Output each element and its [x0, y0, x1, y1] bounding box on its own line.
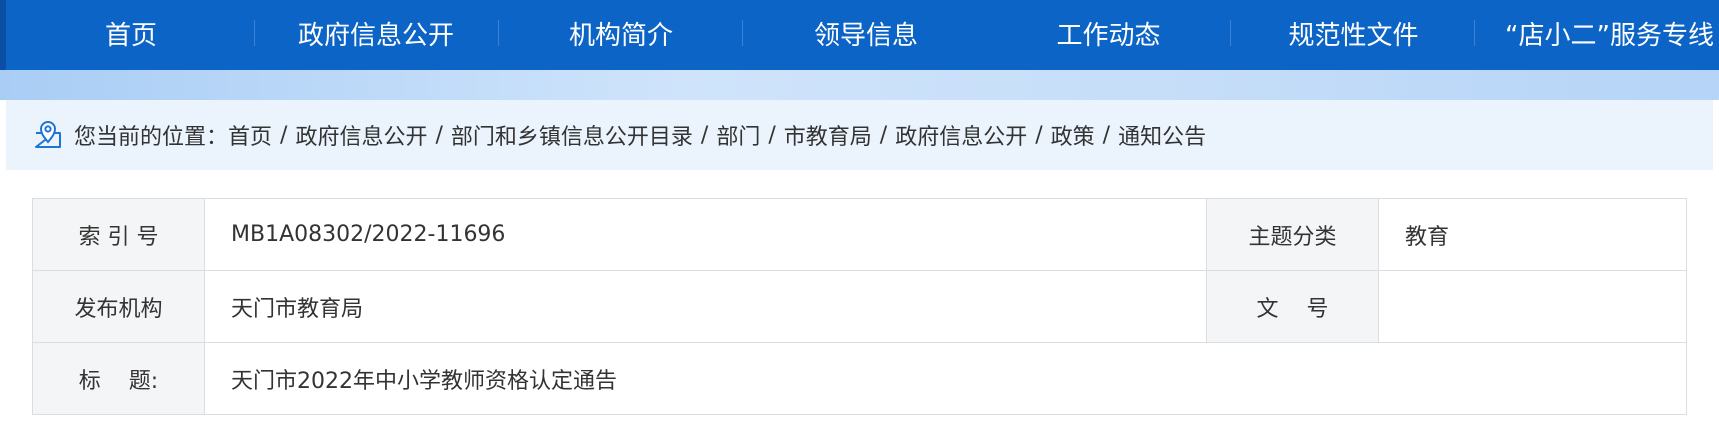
topic-value: 教育 — [1378, 198, 1687, 271]
index-number-label: 索 引 号 — [32, 198, 205, 271]
breadcrumb-notices[interactable]: 通知公告 — [1118, 119, 1206, 151]
document-number-label: 文 号 — [1206, 270, 1379, 343]
breadcrumb-policy[interactable]: 政策 — [1051, 119, 1095, 151]
nav-item-leaders[interactable]: 领导信息 — [781, 0, 951, 66]
title-value: 天门市2022年中小学教师资格认定通告 — [204, 342, 1687, 415]
topic-label: 主题分类 — [1206, 198, 1379, 271]
breadcrumb-separator: / — [879, 122, 888, 148]
nav-item-org-intro[interactable]: 机构简介 — [536, 0, 706, 66]
breadcrumb-separator: / — [1035, 122, 1043, 148]
nav-item-news[interactable]: 工作动态 — [1026, 0, 1191, 66]
nav-divider — [742, 20, 743, 46]
nav-item-service-line[interactable]: “店小二”服务专线 — [1494, 0, 1719, 66]
nav-divider — [1474, 20, 1475, 46]
title-label: 标 题: — [32, 342, 205, 415]
document-number-value — [1378, 270, 1687, 343]
nav-divider — [498, 20, 499, 46]
breadcrumb-separator: / — [768, 122, 776, 148]
index-number-value: MB1A08302/2022-11696 — [204, 198, 1207, 271]
nav-divider — [1230, 20, 1231, 46]
header-gradient-band — [0, 70, 1719, 100]
table-row: 标 题: 天门市2022年中小学教师资格认定通告 — [32, 342, 1687, 415]
breadcrumb-department[interactable]: 部门 — [716, 119, 760, 151]
top-nav: 首页 政府信息公开 机构简介 领导信息 工作动态 规范性文件 “店小二”服务专线 — [0, 0, 1719, 70]
breadcrumb-separator: / — [435, 122, 443, 148]
breadcrumb-gov-info[interactable]: 政府信息公开 — [295, 119, 427, 151]
nav-item-home[interactable]: 首页 — [56, 0, 206, 66]
table-row: 发布机构 天门市教育局 文 号 — [32, 270, 1687, 343]
breadcrumb: 您当前的位置： 首页 / 政府信息公开 / 部门和乡镇信息公开目录 / 部门 /… — [6, 100, 1713, 170]
location-pin-icon — [32, 119, 64, 151]
breadcrumb-separator: / — [700, 122, 709, 148]
publisher-label: 发布机构 — [32, 270, 205, 343]
nav-item-gov-info[interactable]: 政府信息公开 — [276, 0, 476, 66]
nav-divider — [254, 20, 255, 46]
publisher-value: 天门市教育局 — [204, 270, 1207, 343]
breadcrumb-directory[interactable]: 部门和乡镇信息公开目录 — [451, 119, 693, 151]
document-meta-table: 索 引 号 MB1A08302/2022-11696 主题分类 教育 发布机构 … — [32, 198, 1687, 415]
breadcrumb-gov-info-2[interactable]: 政府信息公开 — [895, 119, 1027, 151]
nav-item-regulations[interactable]: 规范性文件 — [1261, 0, 1446, 66]
table-row: 索 引 号 MB1A08302/2022-11696 主题分类 教育 — [32, 198, 1687, 271]
breadcrumb-education-bureau[interactable]: 市教育局 — [784, 119, 872, 151]
breadcrumb-home[interactable]: 首页 — [228, 119, 272, 151]
breadcrumb-separator: / — [1102, 122, 1111, 148]
breadcrumb-separator: / — [280, 122, 288, 148]
breadcrumb-prefix: 您当前的位置： — [74, 125, 229, 150]
